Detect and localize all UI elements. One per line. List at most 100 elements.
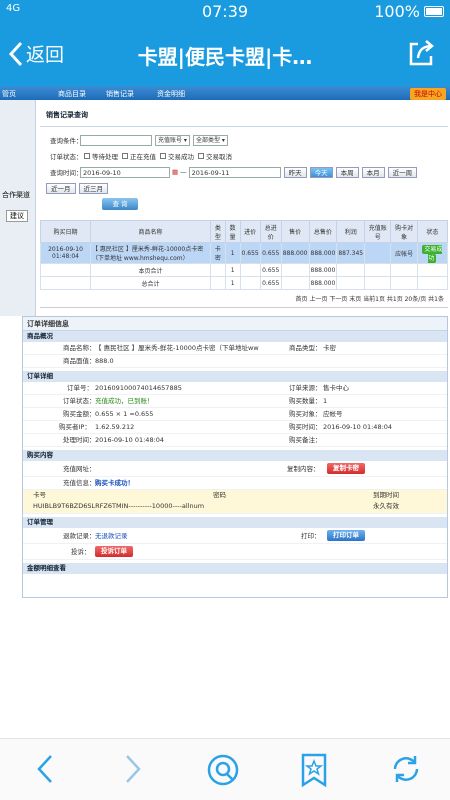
field-select[interactable]: 充值账号 ▾ — [155, 134, 190, 146]
copy-label: 复制内容： — [287, 465, 320, 473]
btn-this-week[interactable]: 本周 — [335, 166, 359, 178]
forward-nav-button[interactable] — [122, 753, 144, 789]
section-manage: 订单管理 — [23, 517, 447, 528]
detail-title: 订单详细信息 — [23, 317, 447, 331]
col-type: 类型 — [210, 220, 226, 243]
search-button-bottom[interactable] — [206, 753, 242, 791]
chevron-right-icon — [126, 755, 141, 783]
user-center-link[interactable]: 我是中心 — [410, 88, 446, 100]
chevron-left-icon — [37, 755, 52, 783]
copy-card-button[interactable]: 复制卡密 — [327, 463, 365, 474]
btn-last-month[interactable]: 近一月 — [46, 182, 76, 194]
field-select-value: 充值账号 — [158, 136, 183, 144]
cell-type: 卡密 — [210, 242, 226, 264]
topnav-home[interactable]: 管页 — [2, 89, 16, 99]
topnav-sales[interactable]: 销售记录 — [106, 89, 134, 99]
refresh-icon — [393, 756, 419, 782]
goods-price: 888.0 — [95, 357, 114, 365]
buy-object-label: 购买对象： — [289, 410, 322, 418]
btn-last-week[interactable]: 近一周 — [387, 166, 418, 178]
calendar-icon[interactable]: ▦ — [172, 168, 178, 176]
sales-table: 购买日期 商品名称 类型 数量 进价 总进价 售价 总售价 利润 充值账号 购卡… — [40, 220, 449, 290]
nav-bar: 返回 卡盟|便民卡盟|卡… — [0, 24, 450, 86]
sidebar-button[interactable]: 建议 — [6, 210, 28, 222]
section-goods: 商品概况 — [23, 331, 447, 342]
col-target: 购卡对象 — [390, 220, 418, 243]
buy-qty: 1 — [323, 397, 328, 405]
back-nav-button[interactable] — [34, 753, 56, 789]
page-total-label: 本页合计 — [90, 263, 211, 277]
col-profit: 利润 — [336, 220, 366, 243]
opt-waiting: 等待处理 — [92, 153, 118, 161]
goods-type-label: 商品类型： — [289, 344, 322, 352]
col-qty: 数量 — [224, 220, 241, 243]
card-expire: 永久有效 — [373, 502, 399, 510]
battery-percent: 100% — [374, 2, 420, 21]
share-button[interactable] — [406, 38, 436, 72]
section-funds[interactable]: 金额明细查看 — [23, 563, 447, 574]
col-sell: 售价 — [280, 220, 310, 243]
recharge-info-label: 充值信息： — [63, 479, 96, 487]
opt-success: 交易成功 — [168, 153, 194, 161]
checkbox[interactable] — [84, 153, 90, 159]
col-account: 充值账号 — [364, 220, 392, 243]
card-col-pwd: 密码 — [213, 491, 226, 499]
goods-name-label: 商品名称： — [63, 344, 96, 352]
order-detail-panel: 订单详细信息 商品概况 商品名称：【 惠民社区 】厘米秀-鲜花-10000点卡密… — [22, 316, 448, 598]
status-badge[interactable]: 交易成功 — [422, 245, 443, 263]
sidebar-label: 合作渠道 — [2, 191, 30, 199]
cell-total: 0.655 — [259, 242, 282, 264]
order-no: 201609100074014657885 — [95, 384, 182, 392]
checkbox[interactable] — [122, 153, 128, 159]
col-date: 购买日期 — [40, 220, 91, 243]
source-label: 订单来源： — [289, 384, 322, 392]
buy-amount: 0.655 × 1 =0.655 — [95, 410, 154, 418]
cell-total-sell: 888.000 — [308, 242, 338, 264]
recharge-addr-label: 充值网址： — [63, 465, 96, 473]
col-status: 状态 — [416, 220, 449, 243]
cond-input[interactable] — [80, 134, 152, 146]
date-from-input[interactable]: 2016-09-10 — [80, 166, 170, 178]
date-to-input[interactable]: 2016-09-11 — [188, 166, 281, 178]
cell-price: 0.655 — [239, 242, 261, 264]
page-total-row: 本页合计 1 0.655 888.000 — [40, 263, 449, 277]
btn-today[interactable]: 今天 — [309, 166, 333, 178]
status-label: 订单状态： — [50, 153, 83, 161]
col-total: 总进价 — [259, 220, 282, 243]
source: 售卡中心 — [323, 384, 349, 392]
refund-link[interactable]: 无退款记录 — [95, 528, 128, 544]
sum-qty: 1 — [224, 276, 241, 290]
opt-cancel: 交易取消 — [206, 153, 232, 161]
bookmark-button[interactable] — [300, 753, 328, 791]
cell-qty: 1 — [224, 242, 241, 264]
chevron-left-icon — [8, 41, 23, 66]
print-order-button[interactable]: 打印订单 — [327, 530, 365, 541]
checkbox[interactable] — [198, 153, 204, 159]
left-sidebar: 合作渠道 建议 — [0, 100, 36, 316]
btn-this-month[interactable]: 本月 — [361, 166, 385, 178]
topnav-funds[interactable]: 资金明细 — [157, 89, 185, 99]
sum-total: 0.655 — [259, 276, 282, 290]
cell-status: 交易成功 — [416, 242, 449, 264]
search-button[interactable]: 查 询 — [102, 198, 138, 210]
goods-name: 【 惠民社区 】厘米秀-鲜花-10000点卡密（下单地址ww — [95, 344, 259, 352]
page-title: 卡盟|便民卡盟|卡… — [137, 45, 313, 69]
table-row[interactable]: 2016-09-10 01:48:04 【 惠民社区 】厘米秀-鲜花-10000… — [40, 242, 449, 264]
topnav-catalog[interactable]: 商品目录 — [58, 89, 86, 99]
back-button[interactable]: 返回 — [8, 40, 64, 67]
complain-button[interactable]: 投诉订单 — [95, 546, 133, 557]
goods-price-label: 商品面值： — [63, 357, 96, 365]
cell-sell: 888.000 — [280, 242, 310, 264]
type-select[interactable]: 全部类型 ▾ — [192, 134, 228, 146]
refresh-button[interactable] — [390, 753, 422, 789]
btn-yesterday[interactable]: 昨天 — [283, 166, 307, 178]
cell-date: 2016-09-10 01:48:04 — [40, 242, 91, 264]
order-status-label: 订单状态： — [63, 397, 96, 405]
btn-last-3-months[interactable]: 近三月 — [78, 182, 108, 194]
buy-time-label: 购买时间： — [289, 423, 322, 431]
sum-label: 总合计 — [90, 276, 211, 290]
pagination[interactable]: 首页 上一页 下一页 末页 当前1页 共1页 20条/页 共1条 — [40, 290, 448, 308]
browser-toolbar — [0, 738, 450, 800]
checkbox[interactable] — [160, 153, 166, 159]
order-no-label: 订单号： — [67, 384, 93, 392]
